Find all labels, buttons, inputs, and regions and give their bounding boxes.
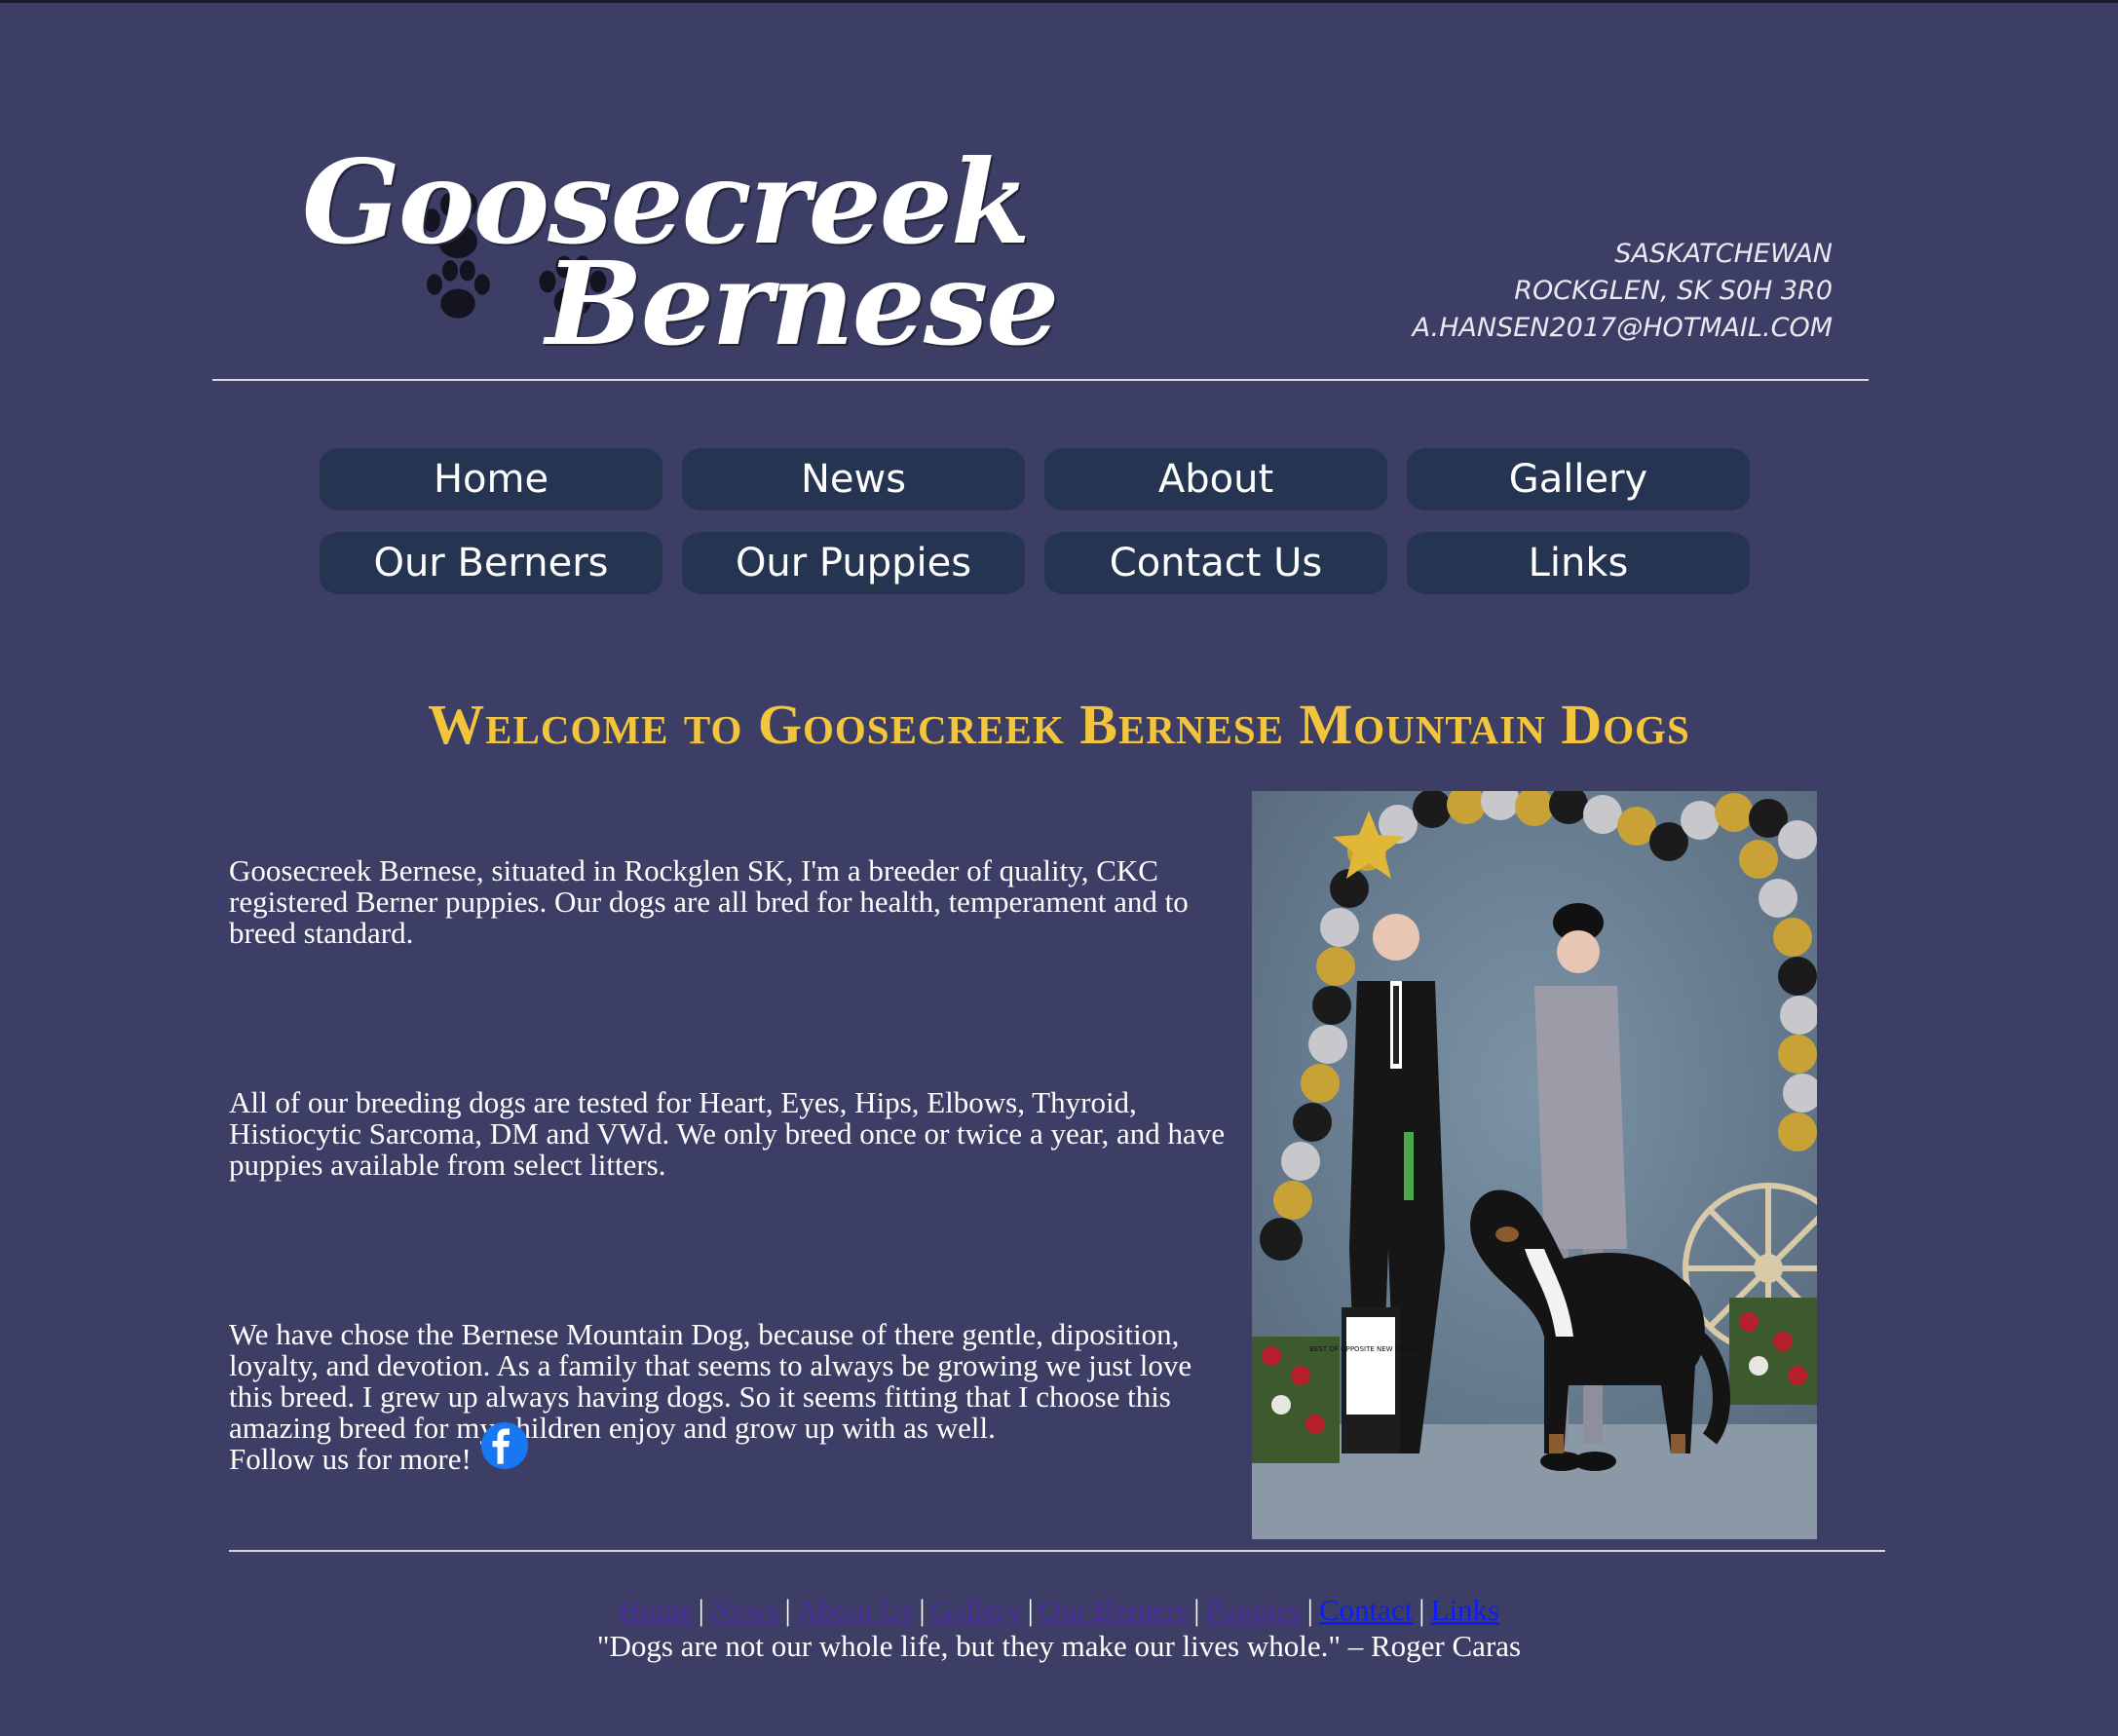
follow-us: Follow us for more! <box>229 1422 528 1477</box>
award-sign-text: BEST OF OPPOSITE NEW CHAMPION <box>1309 1345 1432 1353</box>
top-border-strip <box>0 0 2118 3</box>
logo-text-bernese: Bernese <box>546 236 1059 371</box>
follow-us-text: Follow us for more! <box>229 1442 472 1476</box>
footer-separator: | <box>1418 1593 1425 1627</box>
nav-our-berners-button[interactable]: Our Berners <box>320 532 662 594</box>
footer-separator: | <box>1193 1593 1200 1627</box>
health-testing-paragraph: All of our breeding dogs are tested for … <box>229 1085 1226 1182</box>
nav-news-button[interactable]: News <box>682 448 1025 510</box>
footer-divider <box>229 1550 1885 1552</box>
nav-about-button[interactable]: About <box>1044 448 1387 510</box>
nav-links-button[interactable]: Links <box>1407 532 1750 594</box>
contact-address: SASKATCHEWAN ROCKGLEN, SK S0H 3R0 A.HANS… <box>1413 236 1833 347</box>
nav-home-button[interactable]: Home <box>320 448 662 510</box>
footer-nav: Home | News | About Us | Gallery | Our Berners | P… <box>0 1593 2118 1628</box>
dog-show-photo: BEST OF OPPOSITE NEW CHAMPION <box>1252 791 1817 1539</box>
footer-link-gallery[interactable]: Gallery <box>931 1593 1022 1627</box>
footer-link-home[interactable]: Home <box>619 1593 693 1627</box>
footer-link-contact[interactable]: Contact <box>1319 1593 1413 1627</box>
facebook-icon[interactable] <box>480 1422 528 1469</box>
nav-our-puppies-button[interactable]: Our Puppies <box>682 532 1025 594</box>
footer-link-news[interactable]: News <box>710 1593 779 1627</box>
footer-separator: | <box>698 1593 704 1627</box>
intro-paragraph: Goosecreek Bernese, situated in Rockglen… <box>229 853 1189 950</box>
footer-quote: "Dogs are not our whole life, but they m… <box>596 1629 1522 1663</box>
footer-link-our-berners[interactable]: Our Berners <box>1040 1593 1188 1627</box>
site-logo[interactable]: Goosecreek Bernese <box>302 134 1059 371</box>
address-town: ROCKGLEN, SK S0H 3R0 <box>1514 276 1833 306</box>
footer-link-about-us[interactable]: About Us <box>797 1593 914 1627</box>
footer-link-links[interactable]: Links <box>1430 1593 1499 1627</box>
intro-text: Goosecreek Bernese, situated in Rockglen… <box>229 855 1242 1444</box>
footer-separator: | <box>1306 1593 1313 1627</box>
footer-separator: | <box>1027 1593 1034 1627</box>
header-divider <box>212 379 1869 381</box>
main-navigation: Home News About Gallery Our Berners Our … <box>320 448 1754 594</box>
address-email: A.HANSEN2017@HOTMAIL.COM <box>1412 313 1833 343</box>
footer-separator: | <box>784 1593 791 1627</box>
nav-contact-us-button[interactable]: Contact Us <box>1044 532 1387 594</box>
welcome-heading: Welcome to Goosecreek Bernese Mountain D… <box>428 693 1690 756</box>
footer-separator: | <box>919 1593 926 1627</box>
address-province: SASKATCHEWAN <box>1614 239 1833 269</box>
footer-link-puppies[interactable]: Puppies <box>1205 1593 1301 1627</box>
nav-gallery-button[interactable]: Gallery <box>1407 448 1750 510</box>
